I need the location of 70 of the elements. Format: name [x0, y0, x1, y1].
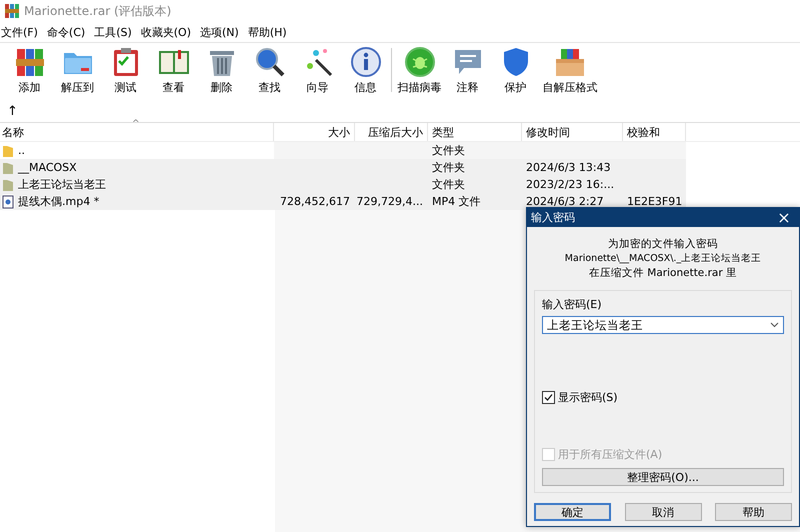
menu-item[interactable]: 文件(F) [1, 24, 38, 40]
toolbar-button[interactable]: 保护 [492, 46, 539, 95]
folder-icon [2, 160, 14, 174]
file-name: 提线木偶.mp4 * [18, 194, 100, 209]
toolbar-button[interactable]: 查找 [246, 46, 293, 95]
file-name: __MACOSX [18, 161, 77, 174]
column-header[interactable]: 校验和 [623, 123, 686, 141]
toolbar-button[interactable]: 扫描病毒 [396, 46, 443, 95]
up-button[interactable]: ↑ [7, 104, 18, 118]
password-combo[interactable]: 上老王论坛当老王 [542, 316, 784, 334]
menu-item[interactable]: 选项(N) [200, 24, 239, 40]
checkbox[interactable] [542, 391, 555, 404]
toolbar-button[interactable]: 测试 [102, 46, 149, 95]
table-cell: 2024/6/3 13:43 [526, 161, 611, 174]
file-name: 上老王论坛当老王 [18, 177, 106, 192]
table-cell: 728,452,617 [280, 195, 350, 208]
table-cell: 2024/6/3 2:27 [526, 195, 604, 208]
toolbar-button[interactable]: 注释 [444, 46, 491, 95]
dialog-message: 为加密的文件输入密码 [608, 237, 718, 251]
dialog-button[interactable]: 确定 [534, 503, 611, 521]
dialog-button[interactable]: 取消 [624, 503, 702, 521]
dialog-message: Marionette\__MACOSX\._上老王论坛当老王 [564, 252, 762, 265]
column-header[interactable]: 类型 [428, 123, 522, 141]
menu-item[interactable]: 帮助(H) [248, 24, 287, 40]
file-row[interactable]: 上老王论坛当老王 文件夹 2023/2/23 16:... [0, 176, 800, 193]
toolbar-button[interactable]: 查看 [150, 46, 197, 95]
table-cell: 729,729,4... [356, 195, 423, 208]
toolbar-button[interactable]: 解压到 [54, 46, 101, 95]
file-row[interactable]: __MACOSX 文件夹 2024/6/3 13:43 [0, 159, 800, 176]
toolbar-button[interactable]: 向导 [294, 46, 341, 95]
window-title: Marionette.rar (评估版本) [24, 2, 172, 20]
dialog-message: 在压缩文件 Marionette.rar 里 [588, 266, 738, 280]
column-header[interactable]: 名称 [0, 123, 274, 141]
video-file-icon [2, 194, 14, 208]
table-cell: 1E2E3F91 [627, 195, 682, 208]
table-cell: 2023/2/23 16:... [526, 178, 614, 191]
checkbox-label: 显示密码(S) [558, 390, 618, 405]
search-icon [254, 46, 286, 78]
field-label: 输入密码(E) [542, 297, 603, 312]
folder-icon [2, 178, 14, 192]
file-name: .. [18, 144, 25, 157]
table-cell: 文件夹 [432, 143, 465, 158]
toolbar-button[interactable]: 删除 [198, 46, 245, 95]
folder-icon [2, 144, 14, 158]
column-header[interactable]: 修改时间 [522, 123, 623, 141]
toolbar-button[interactable]: 添加 [6, 46, 53, 95]
menu-item[interactable]: 收藏夹(O) [140, 24, 192, 40]
table-cell: 文件夹 [432, 177, 465, 192]
toolbar-button[interactable]: 自解压格式 [540, 46, 600, 95]
dialog-button[interactable]: 帮助 [715, 503, 792, 521]
field-value: 上老王论坛当老王 [547, 318, 643, 332]
toolbar-button[interactable]: 信息 [342, 46, 389, 95]
file-row[interactable]: .. 文件夹 [0, 142, 800, 159]
box-icon [554, 46, 586, 78]
table-cell: 文件夹 [432, 160, 465, 175]
dialog-title: 输入密码 [531, 210, 575, 225]
close-button[interactable]: × [769, 208, 799, 227]
checkbox-label: 用于所有压缩文件(A) [558, 447, 662, 462]
table-cell: MP4 文件 [432, 194, 481, 209]
info-icon [350, 46, 382, 78]
organize-passwords-button[interactable]: 整理密码(O)... [542, 468, 784, 486]
app-icon [4, 3, 20, 19]
menu-item[interactable]: 工具(S) [94, 24, 132, 40]
bug-icon [404, 46, 436, 78]
file-row[interactable]: 提线木偶.mp4 * 728,452,617 729,729,4... MP4 文件 2024/6/3 2:27 1E2E3F91 [0, 193, 800, 210]
column-header[interactable]: 压缩后大小 [355, 123, 428, 141]
menu-item[interactable]: 命令(C) [46, 24, 86, 40]
dropdown-icon [770, 322, 779, 328]
column-header[interactable]: 大小 [274, 123, 355, 141]
books-icon [14, 46, 46, 78]
